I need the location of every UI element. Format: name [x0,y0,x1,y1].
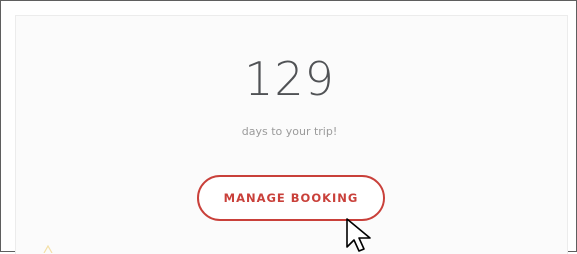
mouse-pointer-icon [346,218,371,252]
days-count: 129 [244,52,335,106]
screenshot-frame: 129 days to your trip! MANAGE BOOKING [0,0,577,254]
days-caption: days to your trip! [241,125,338,138]
manage-booking-button[interactable]: MANAGE BOOKING [197,175,385,221]
